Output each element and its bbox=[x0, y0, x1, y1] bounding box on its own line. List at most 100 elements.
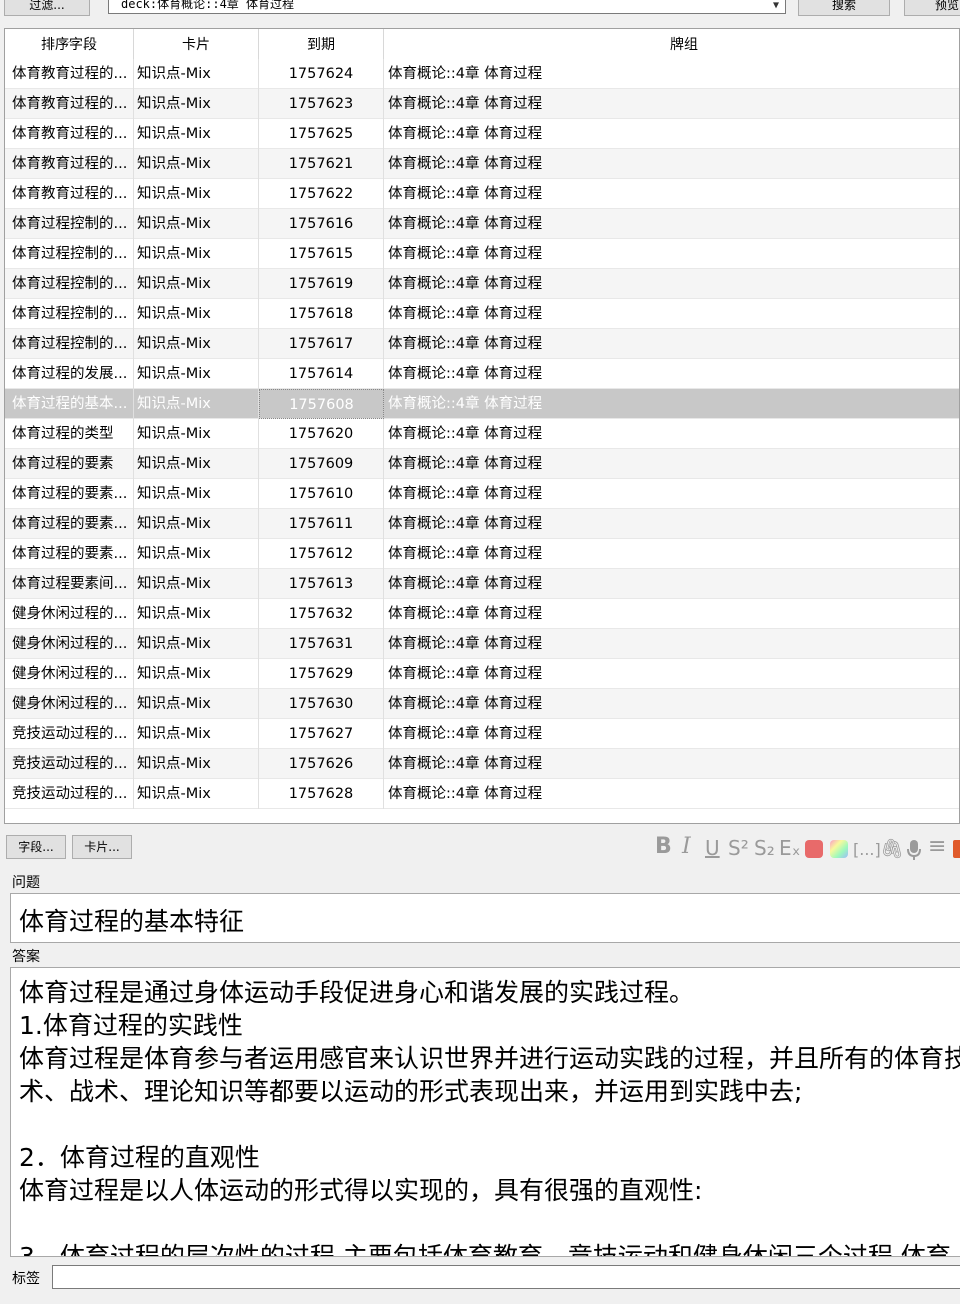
cell-deck: 体育概论::4章 体育过程 bbox=[388, 366, 543, 382]
cell-deck: 体育概论::4章 体育过程 bbox=[388, 546, 543, 562]
cell-sort-field: 体育过程的发展... bbox=[9, 359, 134, 389]
table-row[interactable]: 体育过程的要素... 知识点-Mix 1757612 体育概论::4章 体育过程 bbox=[5, 539, 959, 569]
cell-card: 知识点-Mix bbox=[134, 539, 259, 569]
table-row[interactable]: 体育过程的类型 知识点-Mix 1757620 体育概论::4章 体育过程 bbox=[5, 419, 959, 449]
table-row[interactable]: 健身休闲过程的... 知识点-Mix 1757629 体育概论::4章 体育过程 bbox=[5, 659, 959, 689]
tags-input[interactable] bbox=[52, 1265, 960, 1289]
cell-card: 知识点-Mix bbox=[134, 479, 259, 509]
cell-due: 1757630 bbox=[259, 689, 384, 719]
search-combobox[interactable]: deck:体育概论::4章 体育过程 ▼ bbox=[108, 0, 786, 14]
cell-card: 知识点-Mix bbox=[134, 749, 259, 779]
question-field[interactable]: 体育过程的基本特征 bbox=[10, 893, 960, 943]
column-header-sort-field[interactable]: ︿ 排序字段 bbox=[5, 29, 134, 59]
cell-deck: 体育概论::4章 体育过程 bbox=[388, 666, 543, 682]
cell-deck: 体育概论::4章 体育过程 bbox=[388, 246, 543, 262]
table-row[interactable]: 体育过程的要素... 知识点-Mix 1757611 体育概论::4章 体育过程 bbox=[5, 509, 959, 539]
cell-sort-field: 健身休闲过程的... bbox=[9, 629, 134, 659]
cell-due: 1757622 bbox=[259, 179, 384, 209]
cell-sort-field: 体育过程的基本... bbox=[9, 389, 134, 419]
cell-due: 1757628 bbox=[259, 779, 384, 809]
cell-sort-field: 体育教育过程的... bbox=[9, 89, 134, 119]
table-row[interactable]: 健身休闲过程的... 知识点-Mix 1757632 体育概论::4章 体育过程 bbox=[5, 599, 959, 629]
table-row[interactable]: 体育过程的基本... 知识点-Mix 1757608 体育概论::4章 体育过程 bbox=[5, 389, 959, 419]
cards-button[interactable]: 卡片... bbox=[72, 835, 132, 859]
sort-up-icon: ︿ bbox=[65, 36, 75, 47]
cell-sort-field: 体育教育过程的... bbox=[9, 149, 134, 179]
cell-card: 知识点-Mix bbox=[134, 419, 259, 449]
cell-deck: 体育概论::4章 体育过程 bbox=[388, 696, 543, 712]
cell-card: 知识点-Mix bbox=[134, 239, 259, 269]
highlight-icon[interactable] bbox=[830, 840, 848, 858]
table-row[interactable]: 体育过程控制的... 知识点-Mix 1757619 体育概论::4章 体育过程 bbox=[5, 269, 959, 299]
cell-due: 1757610 bbox=[259, 479, 384, 509]
cell-due: 1757617 bbox=[259, 329, 384, 359]
preview-button[interactable]: 预览 bbox=[904, 0, 960, 16]
cell-sort-field: 体育过程的要素... bbox=[9, 509, 134, 539]
search-value: deck:体育概论::4章 体育过程 bbox=[121, 0, 295, 11]
table-row[interactable]: 体育过程的发展... 知识点-Mix 1757614 体育概论::4章 体育过程 bbox=[5, 359, 959, 389]
text-color-icon[interactable] bbox=[805, 840, 823, 858]
table-row[interactable]: 体育教育过程的... 知识点-Mix 1757621 体育概论::4章 体育过程 bbox=[5, 149, 959, 179]
cloze-icon[interactable]: [...] bbox=[853, 840, 881, 859]
table-row[interactable]: 体育过程的要素 知识点-Mix 1757609 体育概论::4章 体育过程 bbox=[5, 449, 959, 479]
table-row[interactable]: 体育教育过程的... 知识点-Mix 1757625 体育概论::4章 体育过程 bbox=[5, 119, 959, 149]
menu-icon[interactable]: ≡ bbox=[928, 834, 946, 859]
cell-due: 1757626 bbox=[259, 749, 384, 779]
cell-card: 知识点-Mix bbox=[134, 719, 259, 749]
cell-sort-field: 体育过程控制的... bbox=[9, 209, 134, 239]
cell-deck: 体育概论::4章 体育过程 bbox=[388, 786, 543, 802]
italic-icon[interactable]: I bbox=[682, 834, 691, 859]
record-icon[interactable] bbox=[906, 839, 922, 865]
cell-deck: 体育概论::4章 体育过程 bbox=[388, 126, 543, 142]
cell-deck: 体育概论::4章 体育过程 bbox=[388, 426, 543, 442]
table-row[interactable]: 体育教育过程的... 知识点-Mix 1757622 体育概论::4章 体育过程 bbox=[5, 179, 959, 209]
cell-sort-field: 体育过程控制的... bbox=[9, 269, 134, 299]
table-row[interactable]: 体育过程控制的... 知识点-Mix 1757617 体育概论::4章 体育过程 bbox=[5, 329, 959, 359]
filter-button[interactable]: 过滤... bbox=[4, 0, 90, 16]
cell-due: 1757624 bbox=[259, 59, 384, 89]
column-header-deck[interactable]: 牌组 bbox=[384, 29, 959, 59]
cell-sort-field: 竞技运动过程的... bbox=[9, 719, 134, 749]
table-row[interactable]: 健身休闲过程的... 知识点-Mix 1757630 体育概论::4章 体育过程 bbox=[5, 689, 959, 719]
cell-card: 知识点-Mix bbox=[134, 209, 259, 239]
card-table: ︿ 排序字段 卡片 到期 牌组 体育教育过程的... 知识点-Mix 1757624… bbox=[4, 28, 960, 824]
search-button[interactable]: 搜索 bbox=[798, 0, 890, 16]
more-icon[interactable] bbox=[953, 840, 960, 858]
table-row[interactable]: 健身休闲过程的... 知识点-Mix 1757631 体育概论::4章 体育过程 bbox=[5, 629, 959, 659]
chevron-down-icon[interactable]: ▼ bbox=[773, 0, 779, 13]
underline-icon[interactable]: U bbox=[705, 836, 720, 860]
cell-sort-field: 体育过程的要素... bbox=[9, 479, 134, 509]
cell-due: 1757629 bbox=[259, 659, 384, 689]
bold-icon[interactable]: B bbox=[655, 834, 672, 859]
table-row[interactable]: 体育教育过程的... 知识点-Mix 1757624 体育概论::4章 体育过程 bbox=[5, 59, 959, 89]
cell-due: 1757618 bbox=[259, 299, 384, 329]
cell-card: 知识点-Mix bbox=[134, 119, 259, 149]
cell-card: 知识点-Mix bbox=[134, 629, 259, 659]
superscript-icon[interactable]: S² bbox=[728, 836, 749, 860]
cell-due: 1757612 bbox=[259, 539, 384, 569]
clear-format-icon[interactable]: Eₓ bbox=[779, 836, 801, 860]
fields-button[interactable]: 字段... bbox=[6, 835, 66, 859]
table-row[interactable]: 体育过程要素间... 知识点-Mix 1757613 体育概论::4章 体育过程 bbox=[5, 569, 959, 599]
cell-deck: 体育概论::4章 体育过程 bbox=[388, 606, 543, 622]
cell-deck: 体育概论::4章 体育过程 bbox=[388, 216, 543, 232]
table-row[interactable]: 体育教育过程的... 知识点-Mix 1757623 体育概论::4章 体育过程 bbox=[5, 89, 959, 119]
cell-card: 知识点-Mix bbox=[134, 779, 259, 809]
table-row[interactable]: 竞技运动过程的... 知识点-Mix 1757628 体育概论::4章 体育过程 bbox=[5, 779, 959, 809]
table-row[interactable]: 体育过程控制的... 知识点-Mix 1757618 体育概论::4章 体育过程 bbox=[5, 299, 959, 329]
subscript-icon[interactable]: S₂ bbox=[754, 836, 775, 860]
cell-sort-field: 体育教育过程的... bbox=[9, 59, 134, 89]
tags-label: 标签 bbox=[12, 1271, 40, 1287]
table-row[interactable]: 竞技运动过程的... 知识点-Mix 1757626 体育概论::4章 体育过程 bbox=[5, 749, 959, 779]
cell-deck: 体育概论::4章 体育过程 bbox=[388, 516, 543, 532]
table-row[interactable]: 体育过程的要素... 知识点-Mix 1757610 体育概论::4章 体育过程 bbox=[5, 479, 959, 509]
table-row[interactable]: 竞技运动过程的... 知识点-Mix 1757627 体育概论::4章 体育过程 bbox=[5, 719, 959, 749]
column-header-card[interactable]: 卡片 bbox=[134, 29, 259, 59]
column-header-due[interactable]: 到期 bbox=[259, 29, 384, 59]
attach-icon[interactable]: 🖇 bbox=[880, 837, 904, 860]
cell-due: 1757613 bbox=[259, 569, 384, 599]
table-row[interactable]: 体育过程控制的... 知识点-Mix 1757616 体育概论::4章 体育过程 bbox=[5, 209, 959, 239]
table-row[interactable]: 体育过程控制的... 知识点-Mix 1757615 体育概论::4章 体育过程 bbox=[5, 239, 959, 269]
cell-card: 知识点-Mix bbox=[134, 449, 259, 479]
answer-field[interactable]: 体育过程是通过身体运动手段促进身心和谐发展的实践过程。 1.体育过程的实践性 体… bbox=[10, 967, 960, 1257]
